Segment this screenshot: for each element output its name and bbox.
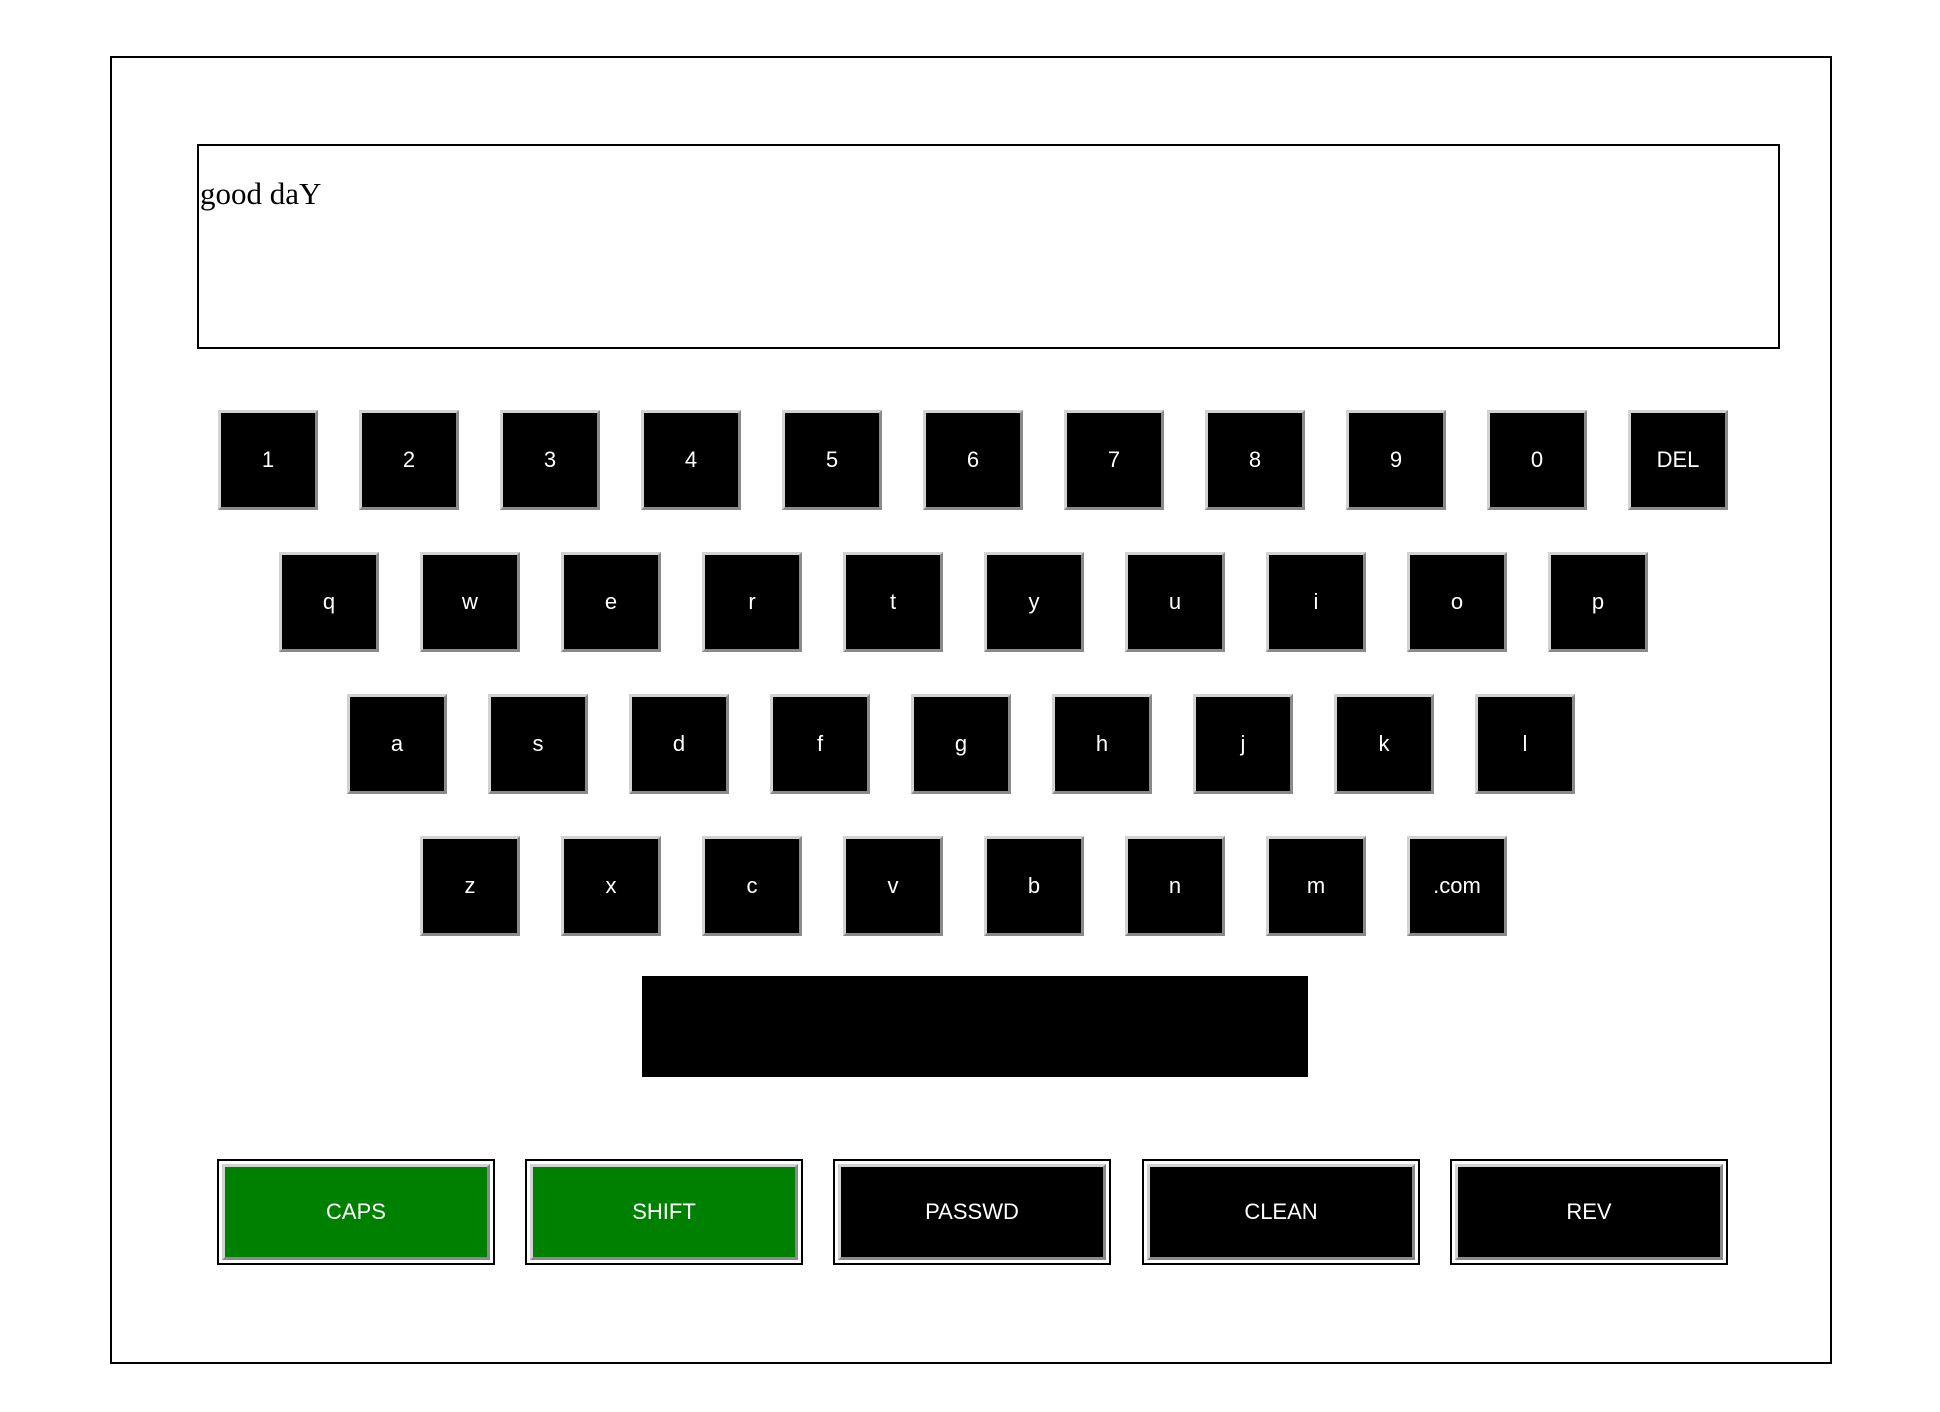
key-c[interactable]: c	[702, 836, 802, 936]
key-f[interactable]: f	[770, 694, 870, 794]
key-t[interactable]: t	[843, 552, 943, 652]
key-h[interactable]: h	[1052, 694, 1152, 794]
key-j[interactable]: j	[1193, 694, 1293, 794]
space-key[interactable]	[642, 976, 1308, 1077]
key-3[interactable]: 3	[500, 410, 600, 510]
key-n[interactable]: n	[1125, 836, 1225, 936]
middle-letter-row: asdfghjkl	[0, 694, 1940, 794]
clean-button[interactable]: CLEAN	[1142, 1159, 1420, 1265]
key-u[interactable]: u	[1125, 552, 1225, 652]
dotcom-key[interactable]: .com	[1407, 836, 1507, 936]
key-x[interactable]: x	[561, 836, 661, 936]
passwd-button[interactable]: PASSWD	[833, 1159, 1111, 1265]
key-p[interactable]: p	[1548, 552, 1648, 652]
key-l[interactable]: l	[1475, 694, 1575, 794]
key-d[interactable]: d	[629, 694, 729, 794]
key-s[interactable]: s	[488, 694, 588, 794]
key-7[interactable]: 7	[1064, 410, 1164, 510]
key-r[interactable]: r	[702, 552, 802, 652]
rev-button-label: REV	[1455, 1164, 1723, 1260]
key-4[interactable]: 4	[641, 410, 741, 510]
key-6[interactable]: 6	[923, 410, 1023, 510]
passwd-button-label: PASSWD	[838, 1164, 1106, 1260]
top-letter-row: qwertyuiop	[0, 552, 1940, 652]
key-o[interactable]: o	[1407, 552, 1507, 652]
display-text: good daY	[200, 176, 322, 211]
key-i[interactable]: i	[1266, 552, 1366, 652]
key-2[interactable]: 2	[359, 410, 459, 510]
key-1[interactable]: 1	[218, 410, 318, 510]
key-v[interactable]: v	[843, 836, 943, 936]
caps-button[interactable]: CAPS	[217, 1159, 495, 1265]
rev-button[interactable]: REV	[1450, 1159, 1728, 1265]
key-z[interactable]: z	[420, 836, 520, 936]
shift-button[interactable]: SHIFT	[525, 1159, 803, 1265]
key-e[interactable]: e	[561, 552, 661, 652]
shift-button-label: SHIFT	[530, 1164, 798, 1260]
bottom-letter-row: z x c v b n m .com	[0, 836, 1940, 936]
key-k[interactable]: k	[1334, 694, 1434, 794]
clean-button-label: CLEAN	[1147, 1164, 1415, 1260]
delete-key[interactable]: DEL	[1628, 410, 1728, 510]
key-w[interactable]: w	[420, 552, 520, 652]
key-m[interactable]: m	[1266, 836, 1366, 936]
key-8[interactable]: 8	[1205, 410, 1305, 510]
key-y[interactable]: y	[984, 552, 1084, 652]
number-row: 1 2 3 4 5 6 7 8 9 0 DEL	[0, 410, 1940, 510]
key-0[interactable]: 0	[1487, 410, 1587, 510]
text-display[interactable]: good daY	[197, 144, 1780, 349]
key-a[interactable]: a	[347, 694, 447, 794]
key-5[interactable]: 5	[782, 410, 882, 510]
key-b[interactable]: b	[984, 836, 1084, 936]
key-g[interactable]: g	[911, 694, 1011, 794]
key-q[interactable]: q	[279, 552, 379, 652]
caps-button-label: CAPS	[222, 1164, 490, 1260]
key-9[interactable]: 9	[1346, 410, 1446, 510]
